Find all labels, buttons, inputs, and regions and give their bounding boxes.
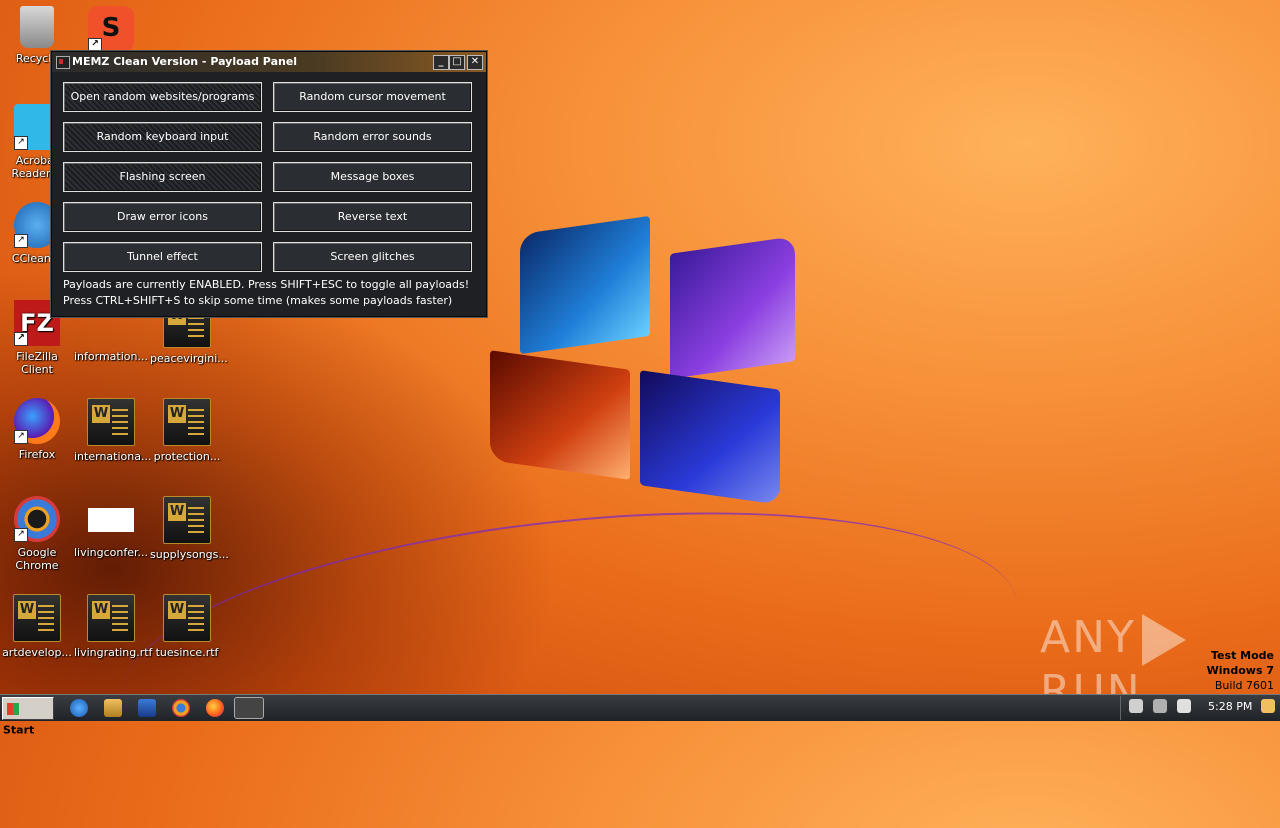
test-mode-label: Test Mode — [1211, 649, 1274, 662]
desktop-icon-label: livingrating.rtf — [74, 646, 153, 659]
desktop-icon-label: Firefox — [18, 448, 56, 461]
play-icon — [1141, 614, 1186, 666]
taskbar-clock[interactable]: 5:28 PM — [1208, 700, 1252, 713]
smallpdf-icon: S ↗ — [88, 6, 134, 52]
start-button[interactable]: Start — [2, 697, 54, 737]
window-titlebar[interactable]: MEMZ Clean Version - Payload Panel _ □ ✕ — [52, 52, 486, 72]
desktop-icon-livingconfer[interactable]: livingconfer... — [74, 496, 148, 559]
payload-flashing-screen-button[interactable]: Flashing screen — [63, 162, 262, 192]
maximize-button[interactable]: □ — [449, 55, 465, 70]
explorer-icon[interactable] — [104, 699, 122, 717]
memz-app-icon — [56, 56, 70, 69]
word-doc-icon — [87, 398, 135, 446]
desktop-icon-label: livingconfer... — [74, 546, 149, 559]
desktop-icon-label: tuesince.rtf — [155, 646, 219, 659]
logo-pane-purple — [670, 236, 795, 379]
desktop-icon-firefox[interactable]: ↗ Firefox — [0, 398, 74, 461]
shortcut-arrow-icon: ↗ — [14, 136, 28, 150]
word-doc-icon — [163, 496, 211, 544]
desktop-icon-label: FileZilla Client — [16, 350, 58, 376]
payload-message-boxes-button[interactable]: Message boxes — [273, 162, 472, 192]
show-desktop-icon[interactable] — [1261, 699, 1275, 713]
ie-icon[interactable] — [70, 699, 88, 717]
desktop-icon-smallpdf[interactable]: S ↗ — [74, 6, 148, 56]
desktop-icon-protection[interactable]: protection... — [150, 398, 224, 463]
shortcut-arrow-icon: ↗ — [88, 38, 102, 52]
document-thumbnail-icon — [88, 508, 134, 532]
desktop-icon-label: supplysongs... — [150, 548, 229, 561]
desktop-icon-chrome[interactable]: ↗ Google Chrome — [0, 496, 74, 572]
payload-draw-error-icons-button[interactable]: Draw error icons — [63, 202, 262, 232]
memz-payload-window: MEMZ Clean Version - Payload Panel _ □ ✕… — [51, 51, 487, 317]
desktop-icon-tuesince[interactable]: tuesince.rtf — [150, 594, 224, 659]
desktop-icon-label: peacevirgini... — [150, 352, 228, 365]
status-text-enabled: Payloads are currently ENABLED. Press SH… — [63, 278, 470, 291]
network-icon[interactable] — [1153, 699, 1167, 713]
desktop-icon-label: Google Chrome — [15, 546, 59, 572]
chrome-icon[interactable] — [172, 699, 190, 717]
memz-taskbar-button[interactable] — [234, 697, 264, 719]
start-label: Start — [3, 723, 35, 737]
recycle-bin-icon — [20, 6, 54, 48]
payload-tunnel-effect-button[interactable]: Tunnel effect — [63, 242, 262, 272]
word-doc-icon — [13, 594, 61, 642]
payload-reverse-text-button[interactable]: Reverse text — [273, 202, 472, 232]
payload-random-error-sounds-button[interactable]: Random error sounds — [273, 122, 472, 152]
logo-pane-indigo — [640, 370, 780, 505]
close-button[interactable]: ✕ — [467, 55, 483, 70]
desktop-icon-internationa[interactable]: internationa... — [74, 398, 152, 463]
taskbar: Start 5:28 PM — [0, 694, 1280, 737]
shortcut-arrow-icon: ↗ — [14, 234, 28, 248]
payload-open-random-websites-button[interactable]: Open random websites/programs — [63, 82, 262, 112]
desktop-icon-label: artdevelop... — [2, 646, 72, 659]
payload-random-cursor-movement-button[interactable]: Random cursor movement — [273, 82, 472, 112]
word-doc-icon — [87, 594, 135, 642]
desktop-icon-livingrating[interactable]: livingrating.rtf — [74, 594, 153, 659]
logo-pane-orange — [490, 350, 630, 480]
minimize-button[interactable]: _ — [433, 55, 449, 70]
payload-screen-glitches-button[interactable]: Screen glitches — [273, 242, 472, 272]
window-title: MEMZ Clean Version - Payload Panel — [72, 55, 298, 68]
logo-pane-blue — [520, 215, 650, 355]
firefox-icon[interactable] — [206, 699, 224, 717]
build-label: Build 7601 — [1214, 679, 1274, 692]
word-doc-icon — [163, 398, 211, 446]
status-text-skip-time: Press CTRL+SHIFT+S to skip some time (ma… — [63, 294, 453, 307]
windows-logo — [480, 215, 810, 515]
shortcut-arrow-icon: ↗ — [14, 528, 28, 542]
shortcut-arrow-icon: ↗ — [14, 332, 28, 346]
watermark-text-left: ANY — [1040, 612, 1136, 663]
speaker-icon[interactable] — [1129, 699, 1143, 713]
desktop-icon-supplysongs[interactable]: supplysongs... — [150, 496, 229, 561]
desktop-icon-label: information... — [74, 350, 148, 363]
firefox-icon: ↗ — [14, 398, 60, 444]
system-tray — [1120, 696, 1280, 720]
shortcut-arrow-icon: ↗ — [14, 430, 28, 444]
media-player-icon[interactable] — [138, 699, 156, 717]
chrome-icon: ↗ — [14, 496, 60, 542]
test-mode-notice: Test Mode Windows 7 Build 7601 — [1207, 648, 1274, 693]
os-label: Windows 7 — [1206, 664, 1274, 677]
windows-flag-icon — [7, 703, 19, 715]
word-doc-icon — [163, 594, 211, 642]
desktop-icon-label: protection... — [153, 450, 221, 463]
desktop-icon-label: internationa... — [74, 450, 152, 463]
payload-random-keyboard-input-button[interactable]: Random keyboard input — [63, 122, 262, 152]
desktop-icon-artdevelop[interactable]: artdevelop... — [0, 594, 74, 659]
action-center-flag-icon[interactable] — [1177, 699, 1191, 713]
